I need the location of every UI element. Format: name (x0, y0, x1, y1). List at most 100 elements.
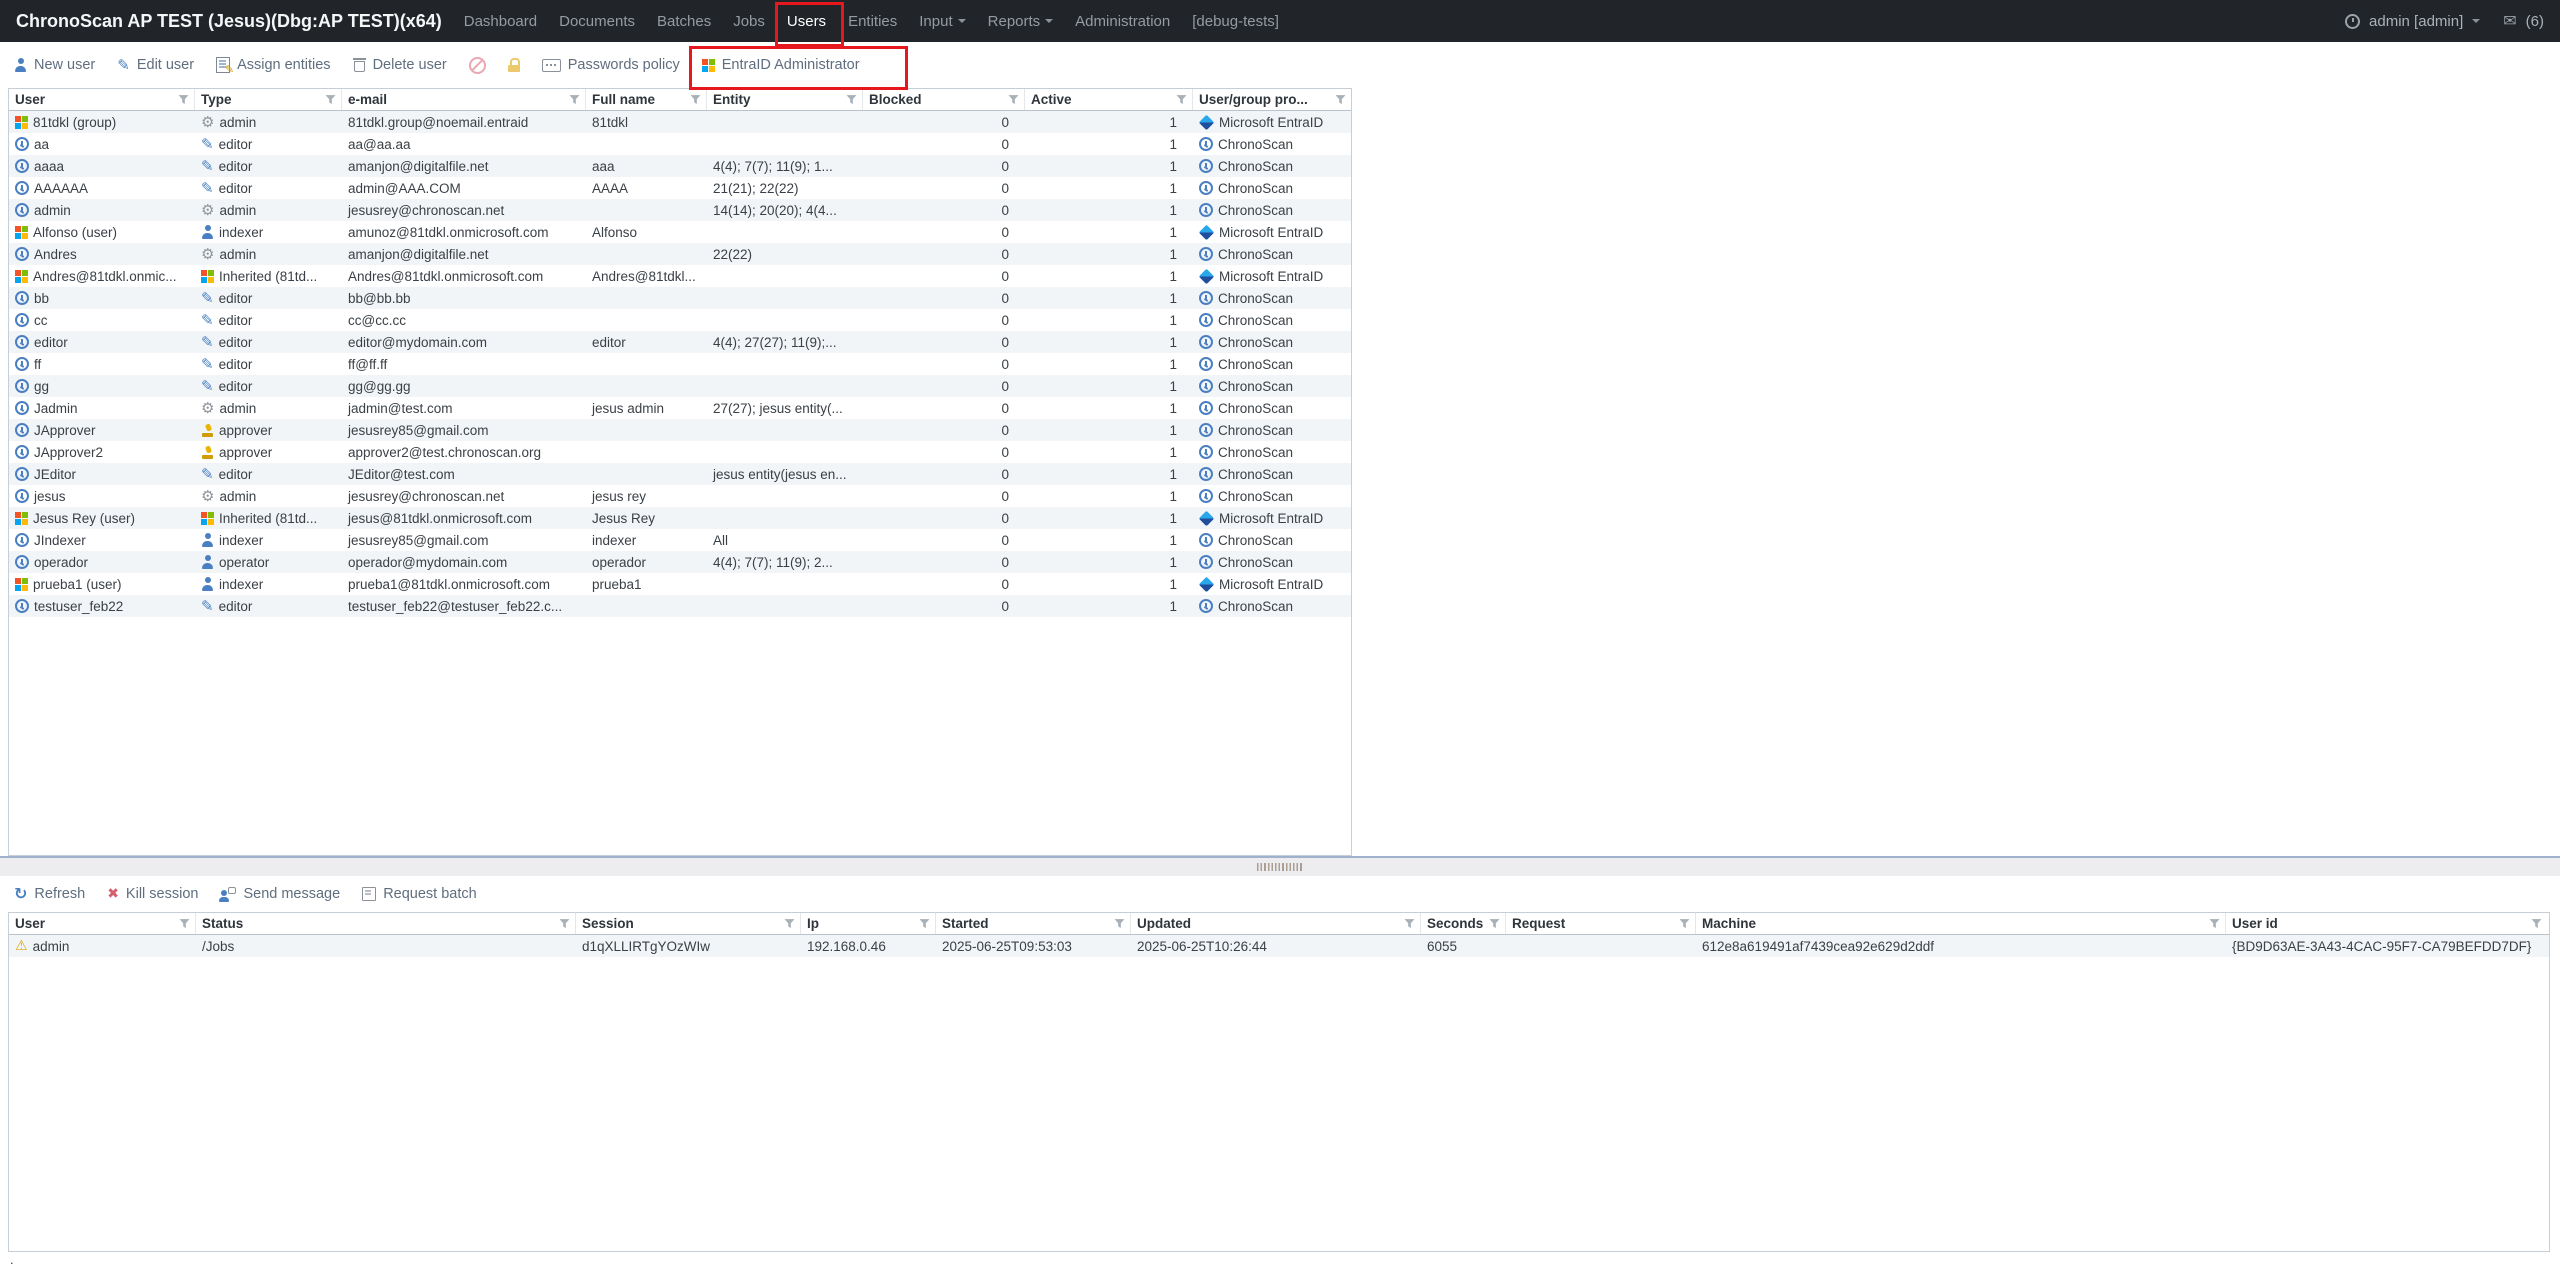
user-row[interactable]: gg ✎ editor gg@gg.gg 0 1 ChronoScan (9, 375, 1351, 397)
nav-item-input[interactable]: Input (919, 13, 966, 30)
column-header-user[interactable]: User (9, 913, 196, 934)
column-header-machine[interactable]: Machine (1696, 913, 2226, 934)
send-message-button[interactable]: Send message (219, 886, 340, 902)
entity-cell (707, 441, 863, 463)
users-grid: User Type e-mail Full name Entity Blocked Acti… (8, 88, 1352, 856)
pencil-icon: ✎ (201, 134, 214, 153)
user-row[interactable]: Jesus Rey (user) Inherited (81td... jesus@… (9, 507, 1351, 529)
filter-icon[interactable] (1335, 95, 1346, 105)
column-header-seconds[interactable]: Seconds (1421, 913, 1506, 934)
nav-item-dashboard[interactable]: Dashboard (464, 13, 537, 30)
filter-icon[interactable] (846, 95, 857, 105)
filter-icon[interactable] (1008, 95, 1019, 105)
filter-icon[interactable] (690, 95, 701, 105)
user-row[interactable]: Andres@81tdkl.onmic... Inherited (81td...… (9, 265, 1351, 287)
filter-icon[interactable] (325, 95, 336, 105)
filter-icon[interactable] (919, 919, 930, 929)
column-header-active[interactable]: Active (1025, 89, 1193, 110)
user-row[interactable]: prueba1 (user) indexer prueba1@81tdkl.onmi… (9, 573, 1351, 595)
filter-icon[interactable] (1679, 919, 1690, 929)
assign-entities-button[interactable]: Assign entities (216, 57, 331, 76)
column-header-entity[interactable]: Entity (707, 89, 863, 110)
column-header-status[interactable]: Status (196, 913, 576, 934)
user-row[interactable]: editor ✎ editor editor@mydomain.com editor 4(… (9, 331, 1351, 353)
user-row[interactable]: aa ✎ editor aa@aa.aa 0 1 ChronoScan (9, 133, 1351, 155)
column-header-started[interactable]: Started (936, 913, 1131, 934)
column-header-user[interactable]: User (9, 89, 195, 110)
edit-user-button[interactable]: ✎ Edit user (117, 57, 194, 73)
filter-icon[interactable] (569, 95, 580, 105)
user-row[interactable]: JApprover approver jesusrey85@gmail.com 0 1 C… (9, 419, 1351, 441)
user-row[interactable]: JEditor ✎ editor JEditor@test.com jesus enti… (9, 463, 1351, 485)
nav-item-entities[interactable]: Entities (848, 13, 897, 30)
filter-icon[interactable] (1176, 95, 1187, 105)
seconds-cell: 6055 (1421, 935, 1506, 957)
user-row[interactable]: cc ✎ editor cc@cc.cc 0 1 ChronoScan (9, 309, 1351, 331)
user-row[interactable]: JApprover2 approver approver2@test.chronos… (9, 441, 1351, 463)
session-row[interactable]: ⚠ admin/Jobs d1qXLLIRTgYOzWIw 192.168.0.46 2… (9, 935, 2549, 957)
column-header-ip[interactable]: Ip (801, 913, 936, 934)
user-cell: JApprover2 (9, 441, 195, 463)
messages-icon[interactable]: ✉ (2503, 13, 2516, 29)
status-cell-text: /Jobs (202, 938, 235, 954)
entraid-admin-button[interactable]: EntraID Administrator (701, 57, 860, 73)
filter-icon[interactable] (1404, 919, 1415, 929)
user-row[interactable]: operador operator operador@mydomain.com ope… (9, 551, 1351, 573)
filter-icon[interactable] (784, 919, 795, 929)
sessions-grid: User Status Session Ip Started Updated Seconds… (8, 912, 2550, 1252)
lock-user-button[interactable] (507, 58, 520, 72)
user-row[interactable]: 81tdkl (group) ⚙ admin 81tdkl.group@noemail… (9, 111, 1351, 133)
user-row[interactable]: admin ⚙ admin jesusrey@chronoscan.net 14(14)… (9, 199, 1351, 221)
user-row[interactable]: aaaa ✎ editor amanjon@digitalfile.net aaa 4(4… (9, 155, 1351, 177)
filter-icon[interactable] (2531, 919, 2542, 929)
request-batch-button[interactable]: Request batch (362, 886, 477, 902)
user-row[interactable]: jesus ⚙ admin jesusrey@chronoscan.net jesus … (9, 485, 1351, 507)
column-header-updated[interactable]: Updated (1131, 913, 1421, 934)
user-row[interactable]: testuser_feb22 ✎ editor testuser_feb22@test… (9, 595, 1351, 617)
column-header-user-id[interactable]: User id (2226, 913, 2547, 934)
block-user-button[interactable] (468, 56, 486, 74)
user-row[interactable]: ff ✎ editor ff@ff.ff 0 1 ChronoScan (9, 353, 1351, 375)
user-row[interactable]: Alfonso (user) indexer amunoz@81tdkl.onmic… (9, 221, 1351, 243)
refresh-icon: ↻ (14, 884, 28, 903)
active-cell-text: 1 (1169, 268, 1177, 284)
provider-cell: ChronoScan (1193, 243, 1351, 265)
nav-item-administration[interactable]: Administration (1075, 13, 1170, 30)
user-row[interactable]: bb ✎ editor bb@bb.bb 0 1 ChronoScan (9, 287, 1351, 309)
user-row[interactable]: AAAAAA ✎ editor admin@AAA.COM AAAA 21(21); 22… (9, 177, 1351, 199)
nav-item-documents[interactable]: Documents (559, 13, 635, 30)
column-header-request[interactable]: Request (1506, 913, 1696, 934)
gear-icon: ⚙ (201, 244, 215, 263)
passwords-policy-button[interactable]: Passwords policy (541, 57, 680, 73)
chrono-icon (1199, 291, 1213, 305)
new-user-button[interactable]: New user (14, 57, 95, 73)
blocked-cell: 0 (863, 133, 1025, 155)
message-count[interactable]: (6) (2526, 13, 2544, 30)
filter-icon[interactable] (1489, 919, 1500, 929)
column-header-session[interactable]: Session (576, 913, 801, 934)
user-row[interactable]: Andres ⚙ admin amanjon@digitalfile.net 22(22… (9, 243, 1351, 265)
filter-icon[interactable] (559, 919, 570, 929)
user-row[interactable]: Jadmin ⚙ admin jadmin@test.com jesus admin 27… (9, 397, 1351, 419)
column-header-user-group-pro[interactable]: User/group pro... (1193, 89, 1351, 110)
nav-item-users[interactable]: Users (787, 13, 826, 30)
user-row[interactable]: JIndexer indexer jesusrey85@gmail.com index… (9, 529, 1351, 551)
filter-icon[interactable] (2209, 919, 2220, 929)
filter-icon[interactable] (178, 95, 189, 105)
refresh-button[interactable]: ↻ Refresh (14, 884, 85, 903)
column-header-blocked[interactable]: Blocked (863, 89, 1025, 110)
column-header-full-name[interactable]: Full name (586, 89, 707, 110)
nav-item-batches[interactable]: Batches (657, 13, 711, 30)
column-header-type[interactable]: Type (195, 89, 342, 110)
nav-item-debug-tests[interactable]: [debug-tests] (1192, 13, 1279, 30)
kill-session-button[interactable]: ✖ Kill session (107, 886, 198, 902)
splitter-handle[interactable] (1257, 863, 1303, 871)
filter-icon[interactable] (179, 919, 190, 929)
nav-item-reports[interactable]: Reports (988, 13, 1054, 30)
delete-user-button[interactable]: Delete user (352, 57, 447, 73)
ip-cell: 192.168.0.46 (801, 935, 936, 957)
nav-item-jobs[interactable]: Jobs (733, 13, 765, 30)
filter-icon[interactable] (1114, 919, 1125, 929)
user-menu[interactable]: admin [admin] (2369, 13, 2463, 30)
column-header-e-mail[interactable]: e-mail (342, 89, 586, 110)
